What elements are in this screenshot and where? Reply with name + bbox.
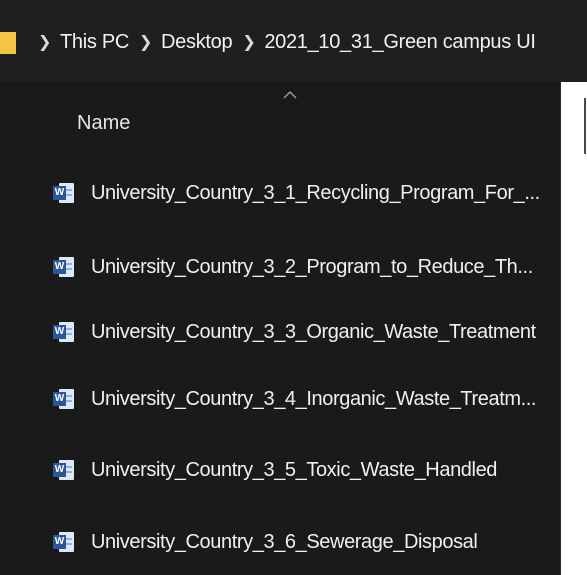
- column-divider[interactable]: [584, 98, 586, 154]
- file-list: W University_Country_3_1_Recycling_Progr…: [0, 0, 560, 575]
- list-item[interactable]: W University_Country_3_3_Organic_Waste_T…: [40, 309, 560, 355]
- list-item[interactable]: W University_Country_3_2_Program_to_Redu…: [40, 244, 560, 290]
- file-name: University_Country_3_2_Program_to_Reduce…: [91, 255, 533, 278]
- word-doc-icon: W: [53, 388, 75, 410]
- word-doc-icon: W: [53, 256, 75, 278]
- word-doc-icon: W: [53, 459, 75, 481]
- list-item[interactable]: W University_Country_3_5_Toxic_Waste_Han…: [40, 447, 560, 493]
- list-item[interactable]: W University_Country_3_1_Recycling_Progr…: [40, 170, 560, 216]
- file-explorer-window: ❯ This PC ❯ Desktop ❯ 2021_10_31_Green c…: [0, 0, 587, 575]
- word-doc-icon: W: [53, 531, 75, 553]
- list-item[interactable]: W University_Country_3_6_Sewerage_Dispos…: [40, 519, 560, 565]
- file-name: University_Country_3_3_Organic_Waste_Tre…: [91, 320, 536, 343]
- word-doc-icon: W: [53, 321, 75, 343]
- list-item[interactable]: W University_Country_3_4_Inorganic_Waste…: [40, 376, 560, 422]
- pane-edge: [561, 82, 587, 575]
- file-name: University_Country_3_5_Toxic_Waste_Handl…: [91, 458, 498, 481]
- file-name: University_Country_3_6_Sewerage_Disposal: [91, 530, 478, 553]
- file-name: University_Country_3_4_Inorganic_Waste_T…: [91, 387, 537, 410]
- file-name: University_Country_3_1_Recycling_Program…: [91, 181, 540, 204]
- word-doc-icon: W: [53, 182, 75, 204]
